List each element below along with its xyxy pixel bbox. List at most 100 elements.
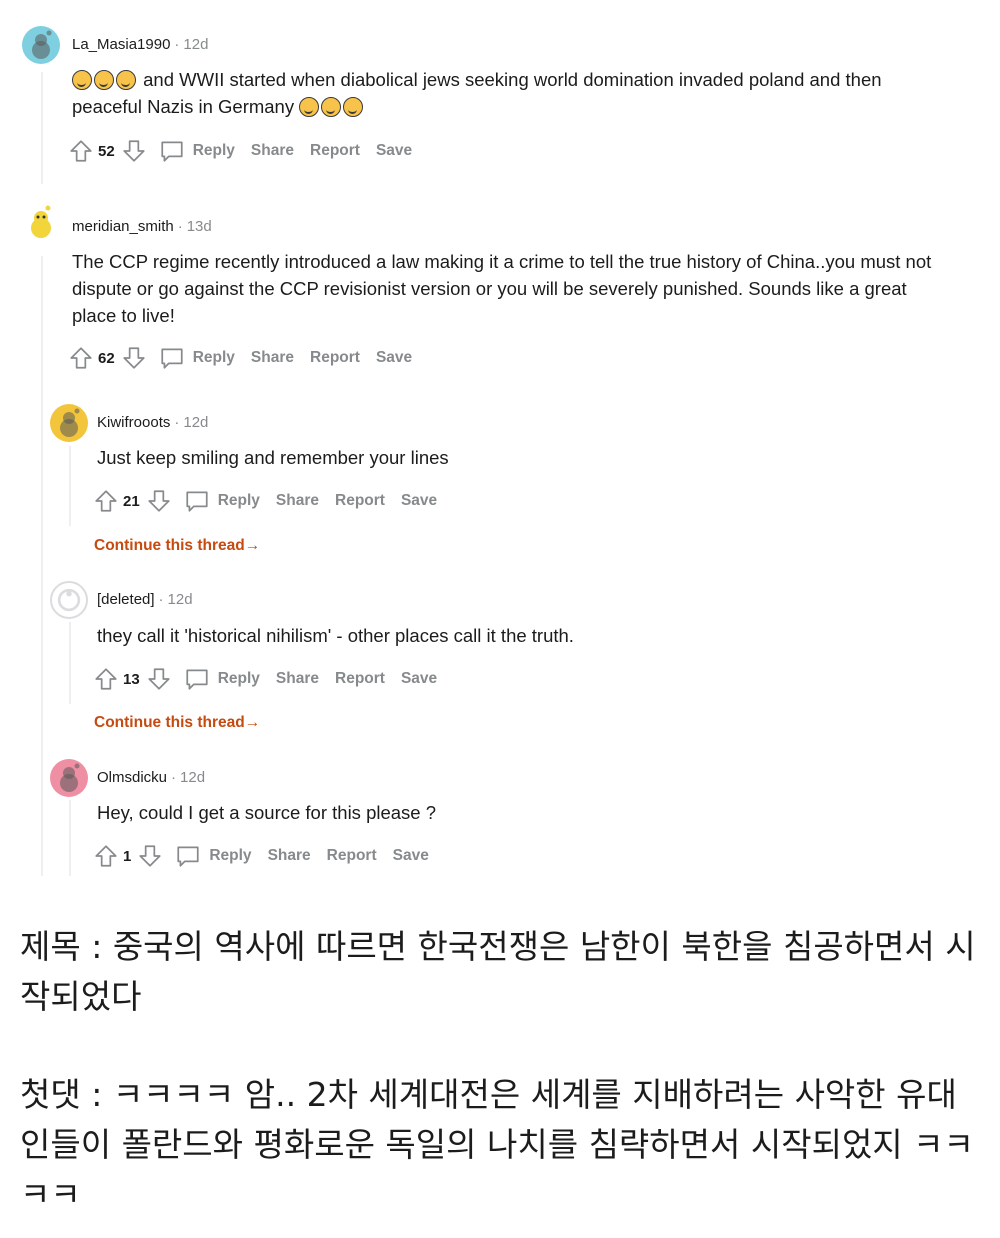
reply-button[interactable]: Reply [159, 345, 235, 371]
reply-label: Reply [209, 847, 252, 864]
username[interactable]: Kiwifrooots [97, 414, 170, 431]
comment-bubble-icon [184, 488, 210, 514]
save-button[interactable]: Save [401, 670, 437, 688]
reply-label: Reply [192, 142, 235, 159]
timestamp[interactable]: 12d [168, 591, 193, 608]
reply-label: Reply [217, 670, 260, 687]
downvote-icon[interactable] [146, 488, 172, 514]
share-button[interactable]: Share [251, 142, 294, 160]
thread-line[interactable] [69, 622, 71, 704]
avatar[interactable] [22, 26, 60, 64]
arrow-right-icon: → [244, 714, 261, 731]
reply-label: Reply [192, 349, 235, 366]
reply-label: Reply [217, 492, 260, 509]
upvote-icon[interactable] [93, 666, 119, 692]
comment-meta: Olmsdicku · 12d [97, 769, 205, 786]
share-button[interactable]: Share [268, 847, 311, 865]
report-button[interactable]: Report [335, 670, 385, 688]
upvote-icon[interactable] [93, 843, 119, 869]
separator: · [174, 36, 180, 53]
save-button[interactable]: Save [376, 349, 412, 367]
deleted-user-icon [57, 588, 81, 612]
downvote-icon[interactable] [121, 138, 147, 164]
comment-body: The CCP regime recently introduced a law… [72, 251, 932, 326]
timestamp[interactable]: 12d [183, 414, 208, 431]
comment-actions: 52 Reply Share Report Save [68, 136, 412, 166]
grinning-emoji-icon [321, 97, 342, 117]
continue-thread-label: Continue this thread [94, 714, 245, 731]
comment-actions: 62 Reply Share Report Save [68, 343, 412, 373]
comment-bubble-icon [184, 666, 210, 692]
vote-count: 21 [123, 492, 140, 510]
comment-bubble-icon [159, 138, 185, 164]
share-button[interactable]: Share [251, 349, 294, 367]
comment-meta: Kiwifrooots · 12d [97, 414, 208, 431]
upvote-icon[interactable] [68, 138, 94, 164]
downvote-icon[interactable] [137, 843, 163, 869]
comment-thread: La_Masia1990 · 12d and WWII started when d… [0, 0, 1000, 890]
caption-first-comment: 첫댓 : ㅋㅋㅋㅋ 암.. 2차 세계대전은 세계를 지배하려는 사악한 유대인… [20, 1075, 974, 1214]
comment-meta: meridian_smith · 13d [72, 218, 212, 235]
arrow-right-icon: → [244, 537, 261, 554]
report-button[interactable]: Report [327, 847, 377, 865]
avatar[interactable] [50, 404, 88, 442]
snoo-avatar-icon [50, 404, 88, 442]
report-button[interactable]: Report [335, 492, 385, 510]
separator: · [174, 414, 180, 431]
laughing-emoji-icon [94, 70, 114, 90]
comment-meta: [deleted] · 12d [97, 591, 193, 608]
save-button[interactable]: Save [401, 492, 437, 510]
comment-actions: 13 Reply Share Report Save [93, 664, 437, 694]
timestamp[interactable]: 13d [187, 218, 212, 235]
comment-text: peaceful Nazis in Germany [72, 96, 295, 117]
comment-body: Hey, could I get a source for this pleas… [97, 802, 437, 823]
vote-count: 13 [123, 670, 140, 688]
downvote-icon[interactable] [121, 345, 147, 371]
share-button[interactable]: Share [276, 670, 319, 688]
save-button[interactable]: Save [376, 142, 412, 160]
reply-button[interactable]: Reply [175, 843, 252, 869]
snoo-avatar-icon [22, 26, 60, 64]
comment-body: they call it 'historical nihilism' - oth… [97, 625, 574, 646]
comment-body: Just keep smiling and remember your line… [97, 447, 449, 468]
continue-thread-label: Continue this thread [94, 537, 245, 554]
username: [deleted] [97, 591, 155, 608]
laughing-emoji-icon [343, 97, 364, 117]
comment-meta: La_Masia1990 · 12d [72, 36, 208, 53]
avatar[interactable] [50, 581, 88, 619]
laughing-emoji-icon [72, 70, 92, 90]
grinning-emoji-icon [116, 70, 136, 90]
vote-count: 62 [98, 349, 115, 367]
reply-button[interactable]: Reply [184, 666, 260, 692]
caption-title: 제목 : 중국의 역사에 따르면 한국전쟁은 남한이 북한을 침공하면서 시작되… [20, 927, 976, 1016]
separator: · [171, 769, 177, 786]
comment-bubble-icon [175, 843, 201, 869]
avatar[interactable] [50, 759, 88, 797]
username[interactable]: meridian_smith [72, 218, 174, 235]
continue-thread-link[interactable]: Continue this thread→ [94, 537, 260, 555]
report-button[interactable]: Report [310, 142, 360, 160]
downvote-icon[interactable] [146, 666, 172, 692]
vote-count: 1 [123, 847, 132, 865]
timestamp[interactable]: 12d [183, 36, 208, 53]
snoo-avatar-icon [50, 759, 88, 797]
save-button[interactable]: Save [393, 847, 429, 865]
thread-line[interactable] [41, 256, 43, 876]
upvote-icon[interactable] [68, 345, 94, 371]
reply-button[interactable]: Reply [184, 488, 260, 514]
report-button[interactable]: Report [310, 349, 360, 367]
continue-thread-link[interactable]: Continue this thread→ [94, 714, 260, 732]
username[interactable]: La_Masia1990 [72, 36, 170, 53]
avatar[interactable] [22, 204, 60, 242]
thread-line[interactable] [69, 446, 71, 526]
timestamp[interactable]: 12d [180, 769, 205, 786]
username[interactable]: Olmsdicku [97, 769, 167, 786]
upvote-icon[interactable] [93, 488, 119, 514]
thread-line[interactable] [69, 800, 71, 876]
comment-bubble-icon [159, 345, 185, 371]
thread-line[interactable] [41, 72, 43, 184]
separator: · [177, 218, 183, 235]
reply-button[interactable]: Reply [159, 138, 235, 164]
share-button[interactable]: Share [276, 492, 319, 510]
comment-actions: 21 Reply Share Report Save [93, 486, 437, 516]
